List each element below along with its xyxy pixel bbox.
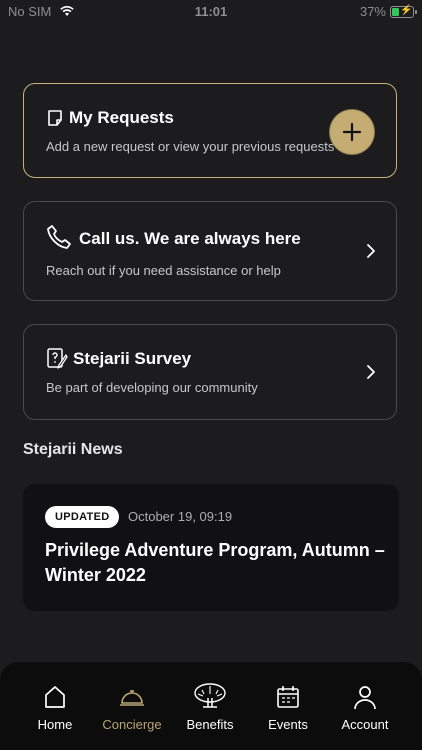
home-icon bbox=[45, 686, 65, 708]
my-requests-title: My Requests bbox=[69, 108, 174, 127]
call-us-card[interactable]: Call us. We are always here Reach out if… bbox=[23, 201, 397, 301]
status-bar: No SIM 11:01 37% ⚡ bbox=[0, 0, 422, 24]
news-section-title: Stejarii News bbox=[23, 441, 123, 458]
survey-subtitle: Be part of developing our community bbox=[46, 380, 258, 395]
tab-events-label: Events bbox=[268, 717, 308, 732]
tab-bar: Home Concierge Benefits Events Account bbox=[0, 662, 422, 750]
call-us-subtitle: Reach out if you need assistance or help bbox=[46, 263, 281, 278]
survey-card[interactable]: Stejarii Survey Be part of developing ou… bbox=[23, 324, 397, 420]
battery-icon: ⚡ bbox=[390, 5, 417, 18]
survey-title: Stejarii Survey bbox=[73, 349, 192, 368]
tab-concierge[interactable]: Concierge bbox=[90, 662, 174, 750]
add-request-button[interactable] bbox=[330, 110, 374, 154]
tab-benefits[interactable]: Benefits bbox=[168, 662, 252, 750]
tab-events[interactable]: Events bbox=[246, 662, 330, 750]
phone-icon bbox=[46, 224, 72, 255]
tab-home-label: Home bbox=[37, 717, 73, 732]
my-requests-card[interactable]: My Requests Add a new request or view yo… bbox=[23, 83, 397, 178]
bell-icon bbox=[120, 690, 144, 706]
tree-icon bbox=[194, 683, 226, 708]
person-icon bbox=[354, 686, 376, 710]
clock: 11:01 bbox=[194, 4, 228, 19]
plus-icon bbox=[342, 122, 362, 142]
my-requests-subtitle: Add a new request or view your previous … bbox=[46, 139, 335, 154]
survey-icon bbox=[46, 347, 68, 374]
news-title: Privilege Adventure Program, Autumn – Wi… bbox=[45, 540, 385, 585]
battery-percent: 37% bbox=[359, 4, 386, 19]
tab-account[interactable]: Account bbox=[323, 662, 407, 750]
chevron-right-icon bbox=[366, 364, 376, 385]
call-us-title: Call us. We are always here bbox=[79, 229, 301, 248]
calendar-icon bbox=[277, 686, 299, 708]
chevron-right-icon bbox=[366, 243, 376, 264]
tab-benefits-label: Benefits bbox=[186, 717, 234, 732]
updated-badge: UPDATED bbox=[45, 506, 120, 528]
news-card[interactable]: UPDATED October 19, 09:19 Privilege Adve… bbox=[23, 484, 399, 611]
tab-home[interactable]: Home bbox=[13, 662, 97, 750]
note-icon bbox=[46, 109, 64, 132]
tab-account-label: Account bbox=[341, 717, 389, 732]
tab-concierge-label: Concierge bbox=[102, 717, 162, 732]
news-date: October 19, 09:19 bbox=[128, 509, 233, 524]
